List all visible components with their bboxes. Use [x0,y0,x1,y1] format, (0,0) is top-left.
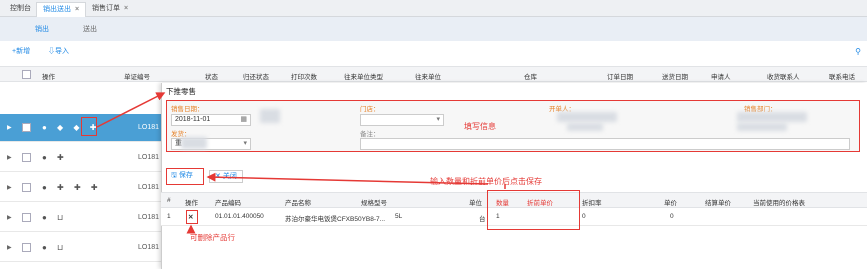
col-header[interactable]: 往来单位 [415,71,441,81]
row-actions[interactable]: ● ✚ [42,153,68,162]
dialog-form: 销售日期： 2018-11-01 ▦ 门店： ▾ 开单人： 销售部门： 发货： 重… [166,100,860,152]
chevron-down-icon: ▾ [436,116,440,123]
col-header: 结算单价 [705,200,731,207]
delete-row-highlight [186,210,198,224]
calendar-icon[interactable]: ▦ [240,115,247,125]
redacted [737,123,787,131]
col-header: 产品名称 [285,200,311,207]
col-header[interactable]: 打印次数 [291,71,317,81]
row-actions[interactable]: ● ⊔ [42,243,67,252]
tab-sales-order[interactable]: 销售订单 × [86,2,134,17]
push-retail-dialog: 下推零售 销售日期： 2018-11-01 ▦ 门店： ▾ 开单人： 销售部门： … [161,83,867,269]
col-header[interactable]: 送货日期 [662,71,688,81]
qty-price-highlight [487,190,580,230]
remark-input[interactable] [360,138,850,150]
row-checkbox[interactable] [22,153,31,162]
redacted [737,112,807,122]
product-name: 苏泊尔豪华电饭煲CFXB50YB8-7... [285,216,386,223]
col-header[interactable]: 单证编号 [124,71,150,81]
close-icon[interactable]: × [124,5,128,12]
grid-header: 操作 单证编号 状态 归还状态 打印次数 往来单位类型 往来单位 仓库 订单日期… [0,66,867,82]
select-all-checkbox[interactable] [22,70,31,79]
save-icon: 🖫 [171,172,177,179]
expand-icon[interactable]: ▶ [7,244,12,251]
col-header: 操作 [42,74,55,81]
expand-icon[interactable]: ▶ [7,184,12,191]
store-label: 门店： [360,106,380,113]
sale-date-input[interactable]: 2018-11-01 ▦ [171,114,251,126]
col-header[interactable]: 归还状态 [243,71,269,81]
document-number: LO181 [138,124,160,131]
close-icon: ✕ [215,173,221,180]
col-header: 当前使用的价格表 [753,200,805,207]
col-header: 单价 [664,200,677,207]
col-header[interactable]: 状态 [205,71,218,81]
col-header: 操作 [185,200,198,207]
col-header: 产品编码 [215,200,241,207]
redacted [557,112,617,122]
row-checkbox[interactable] [22,183,31,192]
new-button[interactable]: +新增 [12,46,30,56]
chevron-down-icon: ▾ [243,140,247,147]
col-header[interactable]: 仓库 [524,71,537,81]
row-checkbox[interactable] [22,213,31,222]
row-checkbox[interactable] [22,243,31,252]
document-number: LO181 [138,184,160,191]
expand-icon[interactable]: ▶ [7,154,12,161]
save-button[interactable]: 🖫 保存 [166,168,204,185]
dialog-title: 下推零售 [166,87,196,96]
unit-price: 0 [670,213,674,220]
col-header: 单位 [469,200,482,207]
redacted [567,123,603,131]
document-number: LO181 [138,214,160,221]
col-header[interactable]: 联系电话 [829,71,855,81]
product-code: 01.01.01.400050 [215,213,264,220]
discount-rate[interactable]: 0 [582,213,586,220]
row-index: 1 [167,213,171,220]
sub-tab-bar: 销出 送出 [0,17,867,41]
subtab-send-out[interactable]: 送出 [72,22,108,38]
tab-sales-out[interactable]: 销出送出 × [36,2,87,17]
top-tab-bar: 控制台 销出送出 × 销售订单 × [0,0,867,17]
row-actions[interactable]: ● ✚ ✚ ✚ [42,183,102,192]
col-header: # [167,197,171,204]
tab-console[interactable]: 控制台 [4,2,37,17]
document-number: LO181 [138,154,160,161]
col-header[interactable]: 订单日期 [607,71,633,81]
import-button[interactable]: ⇩导入 [48,46,69,56]
remark-label: 备注： [360,131,380,138]
store-select[interactable]: ▾ [360,114,444,126]
search-icon[interactable]: ⚲ [855,47,861,56]
col-header[interactable]: 往来单位类型 [344,71,383,81]
import-icon: ⇩ [48,48,55,55]
redacted [181,137,207,149]
col-header[interactable]: 申请人 [711,71,731,81]
push-action-highlight [81,117,97,136]
delete-hint-annotation: 可删除产品行 [190,233,235,242]
col-header: 折扣率 [582,200,602,207]
sale-date-label: 销售日期： [171,106,204,113]
redacted [260,109,280,123]
product-spec: 5L [395,213,403,220]
expand-icon[interactable]: ▶ [7,124,12,131]
col-header: 规格型号 [361,200,387,207]
close-button[interactable]: ✕ 关闭 [209,170,243,183]
row-checkbox[interactable] [22,123,31,132]
col-header[interactable]: 收货联系人 [767,71,800,81]
toolbar: +新增 ⇩导入 ⚲ [0,42,867,62]
product-unit: 台 [479,216,486,223]
row-actions[interactable]: ● ⊔ [42,213,67,222]
subtab-sales-out[interactable]: 销出 [24,22,60,38]
document-number: LO181 [138,244,160,251]
expand-icon[interactable]: ▶ [7,214,12,221]
close-icon[interactable]: × [75,6,79,13]
fill-info-annotation: 填写信息 [464,122,496,131]
save-hint-annotation: 输入数量和折前单价后点击保存 [430,177,542,186]
